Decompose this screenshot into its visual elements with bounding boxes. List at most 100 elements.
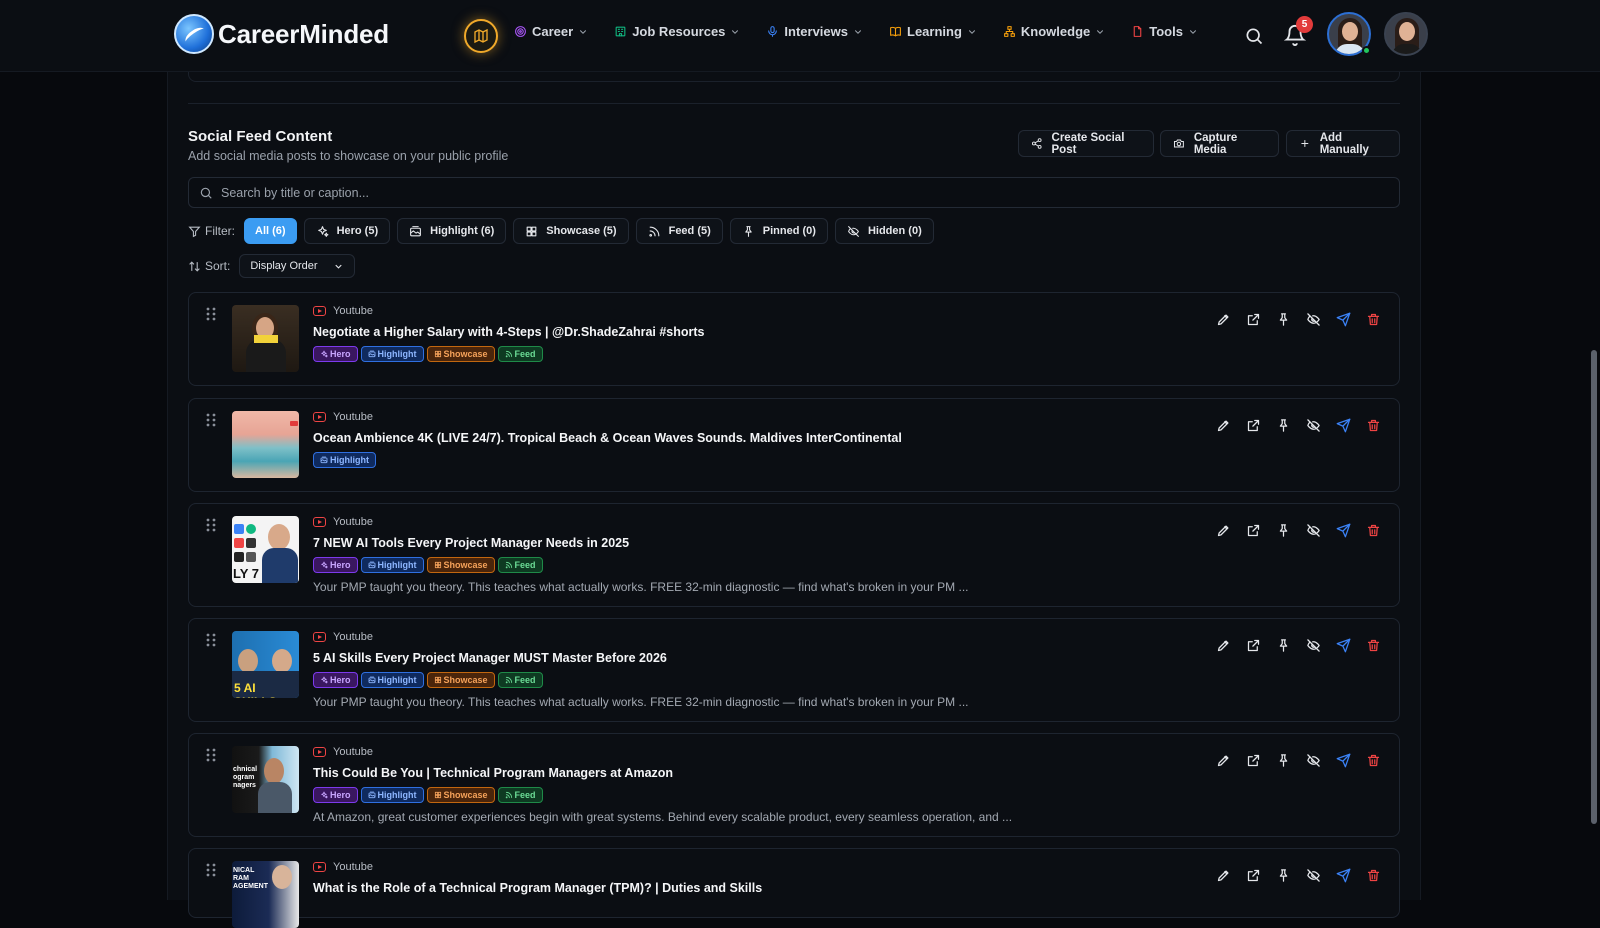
video-thumbnail[interactable] [232, 411, 299, 478]
filter-chip-showcase[interactable]: Showcase (5) [513, 218, 629, 244]
publish-button[interactable] [1335, 867, 1351, 883]
item-title[interactable]: 5 AI Skills Every Project Manager MUST M… [313, 651, 667, 665]
filter-chip-feed[interactable]: Feed (5) [635, 218, 723, 244]
create-social-post-button[interactable]: Create Social Post [1018, 130, 1154, 157]
pin-button[interactable] [1275, 311, 1291, 327]
drag-handle-icon[interactable] [206, 307, 216, 321]
filter-chip-pinned[interactable]: Pinned (0) [729, 218, 828, 244]
drag-handle-icon[interactable] [206, 633, 216, 647]
delete-button[interactable] [1365, 311, 1381, 327]
list-item[interactable]: LY 7 Youtube 7 NEW AI Tools Every Project … [188, 503, 1400, 607]
open-link-button[interactable] [1245, 417, 1261, 433]
hide-button[interactable] [1305, 752, 1321, 768]
drag-handle-icon[interactable] [206, 863, 216, 877]
pin-button[interactable] [1275, 637, 1291, 653]
open-link-button[interactable] [1245, 522, 1261, 538]
delete-button[interactable] [1365, 752, 1381, 768]
open-link-button[interactable] [1245, 867, 1261, 883]
row-actions [1215, 417, 1381, 433]
sort-label: Sort: [188, 259, 230, 273]
profile-avatar[interactable] [1384, 12, 1428, 56]
video-thumbnail[interactable]: NICAL RAM AGEMENT [232, 861, 299, 928]
delete-button[interactable] [1365, 522, 1381, 538]
drag-handle-icon[interactable] [206, 413, 216, 427]
video-thumbnail[interactable]: 5 AI SKILLS [232, 631, 299, 698]
pin-button[interactable] [1275, 752, 1291, 768]
list-item[interactable]: 5 AI SKILLS Youtube 5 AI Skills Every Proj… [188, 618, 1400, 722]
filter-chip-hidden[interactable]: Hidden (0) [834, 218, 934, 244]
chevron-down-icon [968, 29, 975, 34]
send-icon [1336, 418, 1350, 432]
video-thumbnail[interactable]: chnical ogram nagers [232, 746, 299, 813]
nav-item-career[interactable]: Career [514, 24, 588, 39]
open-link-button[interactable] [1245, 311, 1261, 327]
publish-button[interactable] [1335, 637, 1351, 653]
hide-button[interactable] [1305, 311, 1321, 327]
edit-button[interactable] [1215, 752, 1231, 768]
list-item[interactable]: Youtube Negotiate a Higher Salary with 4-… [188, 292, 1400, 386]
edit-button[interactable] [1215, 311, 1231, 327]
edit-button[interactable] [1215, 522, 1231, 538]
delete-button[interactable] [1365, 867, 1381, 883]
pin-button[interactable] [1275, 417, 1291, 433]
item-title[interactable]: 7 NEW AI Tools Every Project Manager Nee… [313, 536, 629, 550]
hide-button[interactable] [1305, 417, 1321, 433]
trash-icon [1367, 524, 1379, 536]
item-title[interactable]: This Could Be You | Technical Program Ma… [313, 766, 673, 780]
source-label: Youtube [313, 746, 373, 758]
video-thumbnail[interactable]: LY 7 [232, 516, 299, 583]
gallery-icon [368, 791, 375, 799]
filter-chip-hero[interactable]: Hero (5) [303, 218, 391, 244]
delete-button[interactable] [1365, 637, 1381, 653]
hide-button[interactable] [1305, 637, 1321, 653]
nav-item-tools[interactable]: Tools [1131, 24, 1198, 39]
publish-button[interactable] [1335, 417, 1351, 433]
video-thumbnail[interactable] [232, 305, 299, 372]
nav-item-knowledge[interactable]: Knowledge [1003, 24, 1105, 39]
list-item[interactable]: chnical ogram nagers Youtube This Could Be… [188, 733, 1400, 837]
section-divider [188, 103, 1400, 104]
rss-icon [505, 791, 512, 799]
list-item[interactable]: NICAL RAM AGEMENT Youtube What is the Role… [188, 848, 1400, 928]
edit-button[interactable] [1215, 637, 1231, 653]
pin-button[interactable] [1275, 522, 1291, 538]
filter-chip-all[interactable]: All (6) [244, 218, 297, 244]
sort-select[interactable]: Display Order [239, 254, 356, 278]
publish-button[interactable] [1335, 311, 1351, 327]
add-manually-button[interactable]: Add Manually [1286, 130, 1400, 157]
hide-button[interactable] [1305, 867, 1321, 883]
hide-button[interactable] [1305, 522, 1321, 538]
open-link-button[interactable] [1245, 637, 1261, 653]
scrollbar-thumb[interactable] [1591, 350, 1597, 824]
search-icon[interactable] [1244, 26, 1264, 46]
search-field[interactable] [188, 177, 1400, 208]
delete-button[interactable] [1365, 417, 1381, 433]
nav-item-job-resources[interactable]: Job Resources [614, 24, 740, 39]
list-item[interactable]: Youtube Ocean Ambience 4K (LIVE 24/7). Tr… [188, 398, 1400, 492]
publish-button[interactable] [1335, 752, 1351, 768]
tag-label: Showcase [443, 560, 488, 570]
drag-handle-icon[interactable] [206, 748, 216, 762]
drag-handle-icon[interactable] [206, 518, 216, 532]
capture-media-button[interactable]: Capture Media [1160, 130, 1279, 157]
grid-icon [434, 791, 441, 799]
search-input[interactable] [221, 185, 1321, 200]
edit-button[interactable] [1215, 867, 1231, 883]
hero-tag: Hero [313, 787, 358, 803]
open-link-button[interactable] [1245, 752, 1261, 768]
edit-button[interactable] [1215, 417, 1231, 433]
nav-item-learning[interactable]: Learning [889, 24, 977, 39]
item-title[interactable]: Ocean Ambience 4K (LIVE 24/7). Tropical … [313, 431, 902, 445]
nav-item-label: Tools [1149, 24, 1183, 39]
roadmap-button[interactable] [464, 19, 498, 53]
app-logo[interactable]: CareerMinded [174, 14, 389, 54]
pin-button[interactable] [1275, 867, 1291, 883]
building-icon [615, 26, 626, 37]
publish-button[interactable] [1335, 522, 1351, 538]
chevron-down-icon [580, 29, 587, 34]
item-title[interactable]: What is the Role of a Technical Program … [313, 881, 762, 895]
filter-chip-highlight[interactable]: Highlight (6) [397, 218, 507, 244]
item-title[interactable]: Negotiate a Higher Salary with 4-Steps |… [313, 325, 705, 339]
nav-item-interviews[interactable]: Interviews [766, 24, 863, 39]
source-name: Youtube [333, 631, 373, 643]
